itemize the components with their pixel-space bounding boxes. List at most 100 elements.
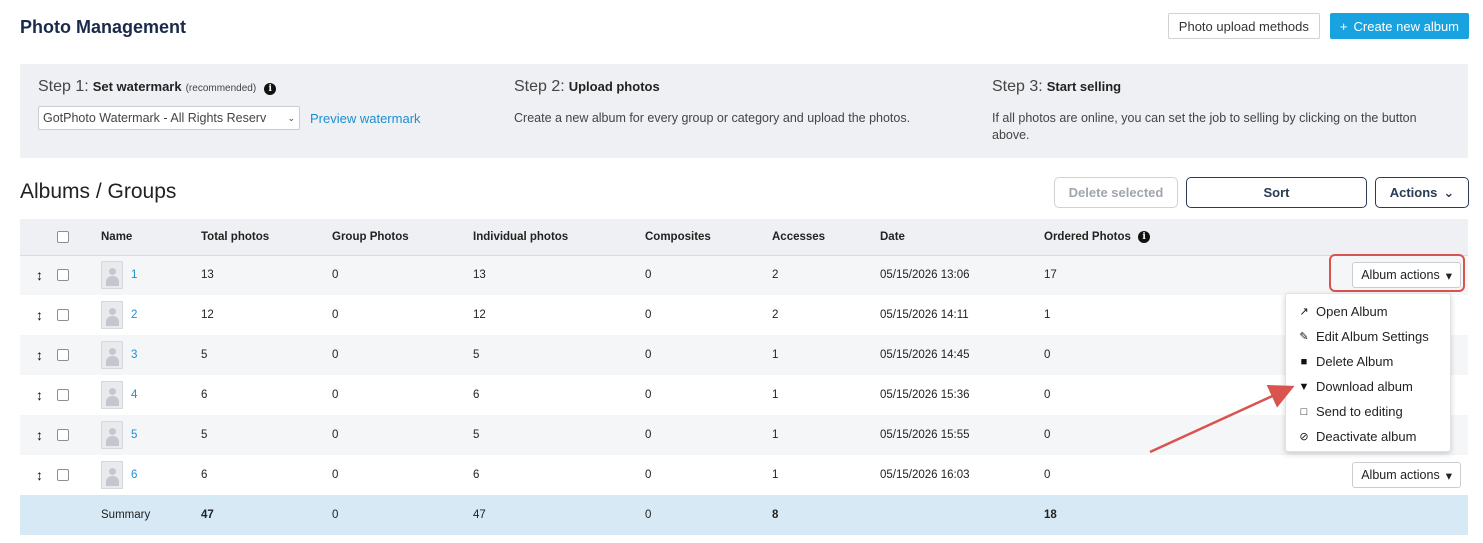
summary-accesses: 8 [771,495,879,535]
menu-item-open-album[interactable]: ↗ Open Album [1286,299,1450,324]
album-name-link[interactable]: 3 [131,349,137,361]
select-all-checkbox[interactable] [57,230,69,243]
table-row: ↕ 6 6 0 6 0 1 05/15/2026 16:03 0 Album actions ▾ [20,455,1468,495]
create-new-album-label: Create new album [1353,18,1460,34]
drag-handle-icon[interactable]: ↕ [36,347,43,363]
info-icon[interactable]: i [1138,230,1151,243]
drag-handle-icon[interactable]: ↕ [36,307,43,323]
step-2-title: Upload photos [568,79,660,94]
drag-handle-icon[interactable]: ↕ [36,467,43,483]
column-header-date[interactable]: Date [879,219,1043,256]
menu-item-edit-album-settings[interactable]: ✎ Edit Album Settings [1286,324,1450,349]
pencil-icon: ✎ [1299,331,1309,343]
cell-accesses: 1 [771,455,879,495]
cell-individual-photos: 13 [472,255,644,295]
cell-total-photos: 6 [200,375,331,415]
chevron-down-icon: ⌄ [287,112,295,123]
cell-ordered-photos: 17 [1043,255,1203,295]
menu-item-deactivate-album[interactable]: ⊘ Deactivate album [1286,424,1450,449]
actions-label: Actions [1389,185,1438,200]
row-checkbox[interactable] [57,308,69,321]
plus-icon: + [1339,18,1348,34]
album-name-link[interactable]: 4 [131,389,137,401]
step-1: Step 1: Set watermark (recommended) i Go… [38,78,421,130]
album-name-link[interactable]: 2 [131,309,137,321]
cell-individual-photos: 5 [472,415,644,455]
menu-item-download-album[interactable]: ▼ Download album [1286,374,1450,399]
step-1-prefix: Step 1: [38,78,89,95]
column-header-name[interactable]: Name [100,219,200,256]
album-actions-dropdown: ↗ Open Album ✎ Edit Album Settings ■ Del… [1285,293,1451,452]
row-checkbox[interactable] [57,468,69,481]
cell-total-photos: 12 [200,295,331,335]
actions-button[interactable]: Actions ⌄ [1375,177,1469,208]
album-thumbnail[interactable] [101,341,123,369]
table-header-row: Name Total photos Group Photos Individua… [20,219,1468,256]
summary-ordered: 18 [1043,495,1203,535]
column-header-group-photos[interactable]: Group Photos [331,219,472,256]
watermark-select[interactable]: GotPhoto Watermark - All Rights Reserv ⌄ [38,106,300,130]
row-checkbox[interactable] [57,269,69,282]
summary-label: Summary [100,495,200,535]
cell-composites: 0 [644,295,771,335]
album-thumbnail[interactable] [101,261,123,290]
cell-date: 05/15/2026 16:03 [879,455,1043,495]
cell-group-photos: 0 [331,335,472,375]
photo-upload-methods-button[interactable]: Photo upload methods [1167,13,1320,39]
info-icon[interactable]: i [264,83,277,95]
column-header-total-photos[interactable]: Total photos [200,219,331,256]
column-header-composites[interactable]: Composites [644,219,771,256]
summary-individual: 47 [472,495,644,535]
album-thumbnail[interactable] [101,461,123,489]
albums-section-title: Albums / Groups [20,180,177,203]
step-1-title: Set watermark [92,79,182,94]
column-header-ordered-photos[interactable]: Ordered Photos i [1043,219,1203,256]
drag-handle-icon[interactable]: ↕ [36,267,43,283]
cell-total-photos: 5 [200,415,331,455]
row-checkbox[interactable] [57,388,69,401]
cell-ordered-photos: 0 [1043,335,1203,375]
table-row: ↕ 1 13 0 13 0 2 05/15/2026 13:06 17 Album actions… [20,255,1468,295]
album-actions-button[interactable]: Album actions ▾ [1352,462,1461,488]
album-name-link[interactable]: 6 [131,469,137,481]
caret-down-icon: ▾ [1445,468,1452,483]
row-checkbox[interactable] [57,428,69,441]
column-header-accesses[interactable]: Accesses [771,219,879,256]
row-checkbox[interactable] [57,348,69,361]
sort-button[interactable]: Sort [1186,177,1367,208]
cell-group-photos: 0 [331,455,472,495]
create-new-album-button[interactable]: + Create new album [1329,13,1469,39]
album-thumbnail[interactable] [101,301,123,329]
cell-total-photos: 5 [200,335,331,375]
summary-group: 0 [331,495,472,535]
menu-item-send-to-editing[interactable]: □ Send to editing [1286,399,1450,424]
menu-item-delete-album[interactable]: ■ Delete Album [1286,349,1450,374]
cell-individual-photos: 12 [472,295,644,335]
album-name-link[interactable]: 5 [131,429,137,441]
cell-group-photos: 0 [331,375,472,415]
highlight-box [1329,254,1465,292]
cell-group-photos: 0 [331,415,472,455]
delete-selected-button[interactable]: Delete selected [1054,177,1178,208]
cell-accesses: 1 [771,335,879,375]
column-header-individual-photos[interactable]: Individual photos [472,219,644,256]
album-thumbnail[interactable] [101,381,123,409]
cell-accesses: 1 [771,415,879,455]
step-2: Step 2: Upload photos Create a new album… [514,78,964,127]
cell-composites: 0 [644,415,771,455]
trash-icon: ■ [1300,355,1308,368]
header-actions: Photo upload methods + Create new album [1167,13,1469,39]
album-name-link[interactable]: 1 [131,269,137,281]
summary-composites: 0 [644,495,771,535]
cell-composites: 0 [644,335,771,375]
cell-accesses: 2 [771,295,879,335]
drag-handle-icon[interactable]: ↕ [36,387,43,403]
drag-handle-icon[interactable]: ↕ [36,427,43,443]
cell-ordered-photos: 0 [1043,375,1203,415]
step-3-text: If all photos are online, you can set th… [992,111,1417,142]
cell-individual-photos: 5 [472,335,644,375]
table-row: ↕ 2 12 0 12 0 2 05/15/2026 14:11 1 [20,295,1468,335]
download-file-icon: ▼ [1298,380,1310,393]
preview-watermark-link[interactable]: Preview watermark [310,111,421,126]
album-thumbnail[interactable] [101,421,123,449]
